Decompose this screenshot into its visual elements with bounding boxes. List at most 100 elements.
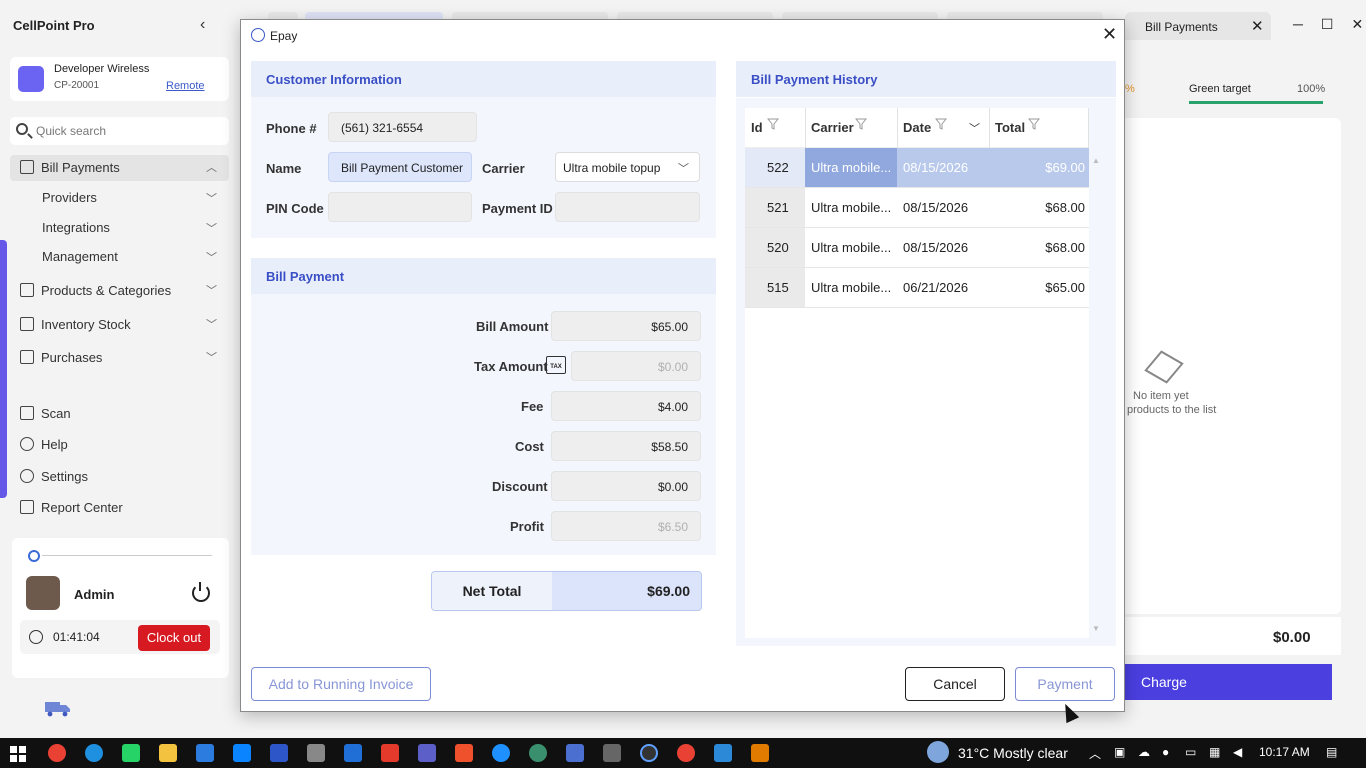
chevron-left-icon[interactable]: ‹ <box>200 16 205 34</box>
carrier-select[interactable]: Ultra mobile topup ﹀ <box>555 152 700 182</box>
app-icon[interactable] <box>529 744 547 762</box>
column-header-total[interactable]: Total <box>995 120 1025 135</box>
app-icon[interactable] <box>492 744 510 762</box>
sidebar-item-label: Report Center <box>41 500 123 515</box>
table-row[interactable]: 521 Ultra mobile... 08/15/2026 $68.00 <box>745 188 1089 228</box>
table-row[interactable]: 515 Ultra mobile... 06/21/2026 $65.00 <box>745 268 1089 308</box>
history-table: Id Carrier Date ﹀ Total 522 Ultra mobile… <box>745 108 1100 638</box>
filter-icon[interactable] <box>1028 118 1040 130</box>
remote-link[interactable]: Remote <box>166 80 205 92</box>
slider-handle[interactable] <box>28 550 40 562</box>
whatsapp-icon[interactable] <box>122 744 140 762</box>
pin-code-label: PIN Code <box>266 201 324 216</box>
power-icon[interactable] <box>192 582 210 602</box>
sidebar-item-scan[interactable]: Scan <box>10 401 229 427</box>
name-field[interactable]: Bill Payment Customer <box>328 152 472 182</box>
chevron-down-icon: ﹀ <box>206 252 217 264</box>
network-icon[interactable]: ▦ <box>1209 745 1220 759</box>
truck-icon[interactable] <box>44 699 72 717</box>
tab-bill-payments[interactable]: Bill Payments ✕ <box>1125 12 1271 40</box>
loading-icon[interactable] <box>640 744 658 762</box>
sidebar-item-help[interactable]: Help <box>10 432 229 458</box>
tax-calendar-icon[interactable]: TAX <box>546 356 566 374</box>
windows-start-icon[interactable] <box>10 746 26 762</box>
sidebar-item-providers[interactable]: Providers ﹀ <box>42 190 222 205</box>
payment-id-field[interactable] <box>555 192 700 222</box>
cellpoint-icon[interactable] <box>270 744 288 762</box>
teams-icon[interactable] <box>418 744 436 762</box>
brave-icon[interactable] <box>455 744 473 762</box>
sidebar-item-bill-payments[interactable]: Bill Payments ︿ <box>10 155 229 181</box>
calculator-icon[interactable] <box>603 744 621 762</box>
close-icon[interactable]: ✕ <box>1251 17 1264 35</box>
clock-out-button[interactable]: Clock out <box>138 625 210 651</box>
weather-text[interactable]: 31°C Mostly clear <box>958 745 1068 761</box>
clock[interactable]: 10:17 AM <box>1259 745 1310 759</box>
column-header-id[interactable]: Id <box>751 120 763 135</box>
payment-button[interactable]: Payment <box>1015 667 1115 701</box>
notifications-icon[interactable]: ▤ <box>1326 745 1337 759</box>
chrome-icon[interactable] <box>48 744 66 762</box>
dialog-title: Epay <box>270 29 298 43</box>
fee-value: $4.00 <box>657 400 688 414</box>
quick-search-input[interactable]: Quick search <box>10 117 229 145</box>
cell-carrier: Ultra mobile... <box>811 280 892 295</box>
chevron-down-icon: ﹀ <box>206 223 217 235</box>
chrome-icon[interactable] <box>677 744 695 762</box>
weather-icon[interactable] <box>927 741 949 763</box>
cancel-button[interactable]: Cancel <box>905 667 1005 701</box>
filter-icon[interactable] <box>855 118 867 130</box>
scroll-up-icon[interactable]: ▲ <box>1092 156 1100 165</box>
sidebar-item-report-center[interactable]: Report Center <box>10 495 229 521</box>
cell-total: $65.00 <box>1045 280 1085 295</box>
sidebar-item-purchases[interactable]: Purchases ﹀ <box>10 345 229 371</box>
app-icon[interactable] <box>751 744 769 762</box>
battery-icon[interactable]: ▭ <box>1185 745 1196 759</box>
cell-id: 522 <box>767 160 789 175</box>
cloud-icon[interactable]: ☁ <box>1138 745 1150 759</box>
table-row[interactable]: 522 Ultra mobile... 08/15/2026 $69.00 <box>745 148 1089 188</box>
add-to-running-invoice-button[interactable]: Add to Running Invoice <box>251 667 431 701</box>
app-icon[interactable] <box>381 744 399 762</box>
tax-amount-field[interactable]: $0.00 <box>571 351 701 381</box>
bill-amount-label: Bill Amount <box>476 319 549 334</box>
discount-field[interactable]: $0.00 <box>551 471 701 501</box>
cost-label: Cost <box>515 439 544 454</box>
sidebar-item-management[interactable]: Management ﹀ <box>42 249 222 264</box>
section-title: Customer Information <box>266 72 402 87</box>
sidebar-item-products[interactable]: Products & Categories ﹀ <box>10 278 229 304</box>
store-icon[interactable] <box>196 744 214 762</box>
filter-icon[interactable] <box>935 118 947 130</box>
sidebar-item-label: Purchases <box>41 350 103 365</box>
app-icon[interactable] <box>566 744 584 762</box>
column-header-carrier[interactable]: Carrier <box>811 120 854 135</box>
app-icon[interactable] <box>714 744 732 762</box>
app-icon[interactable] <box>307 744 325 762</box>
section-title: Bill Payment <box>266 269 345 284</box>
carrier-label: Carrier <box>482 161 525 176</box>
file-explorer-icon[interactable] <box>159 744 177 762</box>
sidebar-item-inventory[interactable]: Inventory Stock ﹀ <box>10 312 229 338</box>
sidebar-item-settings[interactable]: Settings <box>10 464 229 490</box>
scroll-down-icon[interactable]: ▼ <box>1092 624 1100 633</box>
cost-field[interactable]: $58.50 <box>551 431 701 461</box>
fee-field[interactable]: $4.00 <box>551 391 701 421</box>
system-tray-icon[interactable]: ▣ <box>1114 745 1125 759</box>
volume-icon[interactable]: ◀ <box>1233 745 1242 759</box>
close-icon[interactable]: ✕ <box>1102 24 1117 45</box>
charge-button[interactable]: Charge <box>1125 664 1332 700</box>
window-controls[interactable]: ─☐✕ <box>1293 16 1366 33</box>
phone-field[interactable]: (561) 321-6554 <box>328 112 477 142</box>
edge-icon[interactable] <box>85 744 103 762</box>
sidebar-item-integrations[interactable]: Integrations ﹀ <box>42 220 222 235</box>
chevron-up-icon[interactable]: ︿ <box>1089 745 1101 762</box>
filter-icon[interactable] <box>767 118 779 130</box>
microphone-icon[interactable]: ● <box>1162 745 1169 759</box>
table-row[interactable]: 520 Ultra mobile... 08/15/2026 $68.00 <box>745 228 1089 268</box>
sort-desc-icon[interactable]: ﹀ <box>969 120 980 136</box>
pin-code-field[interactable] <box>328 192 472 222</box>
column-header-date[interactable]: Date <box>903 120 931 135</box>
app-icon[interactable] <box>344 744 362 762</box>
app-icon[interactable] <box>233 744 251 762</box>
bill-amount-field[interactable]: $65.00 <box>551 311 701 341</box>
